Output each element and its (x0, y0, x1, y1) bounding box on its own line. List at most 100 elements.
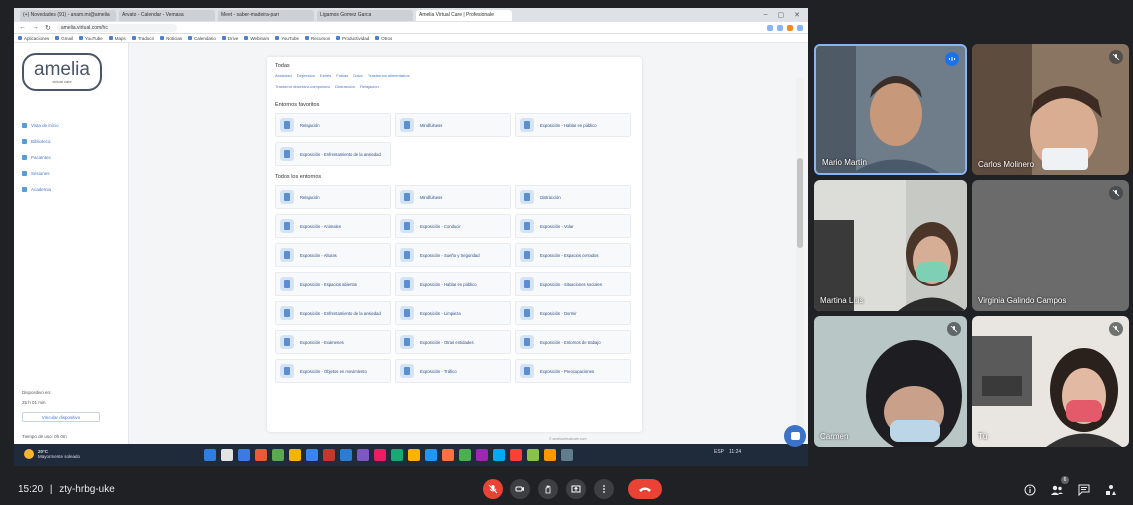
environment-card[interactable]: Exposición - Alturas (275, 243, 391, 267)
bookmark-item[interactable]: Productividad (336, 36, 369, 41)
activities-button[interactable] (1103, 482, 1119, 498)
present-button[interactable] (566, 479, 586, 499)
reload-icon[interactable]: ↻ (45, 24, 51, 32)
environment-card[interactable]: Exposición - Dormir (515, 301, 631, 325)
taskbar-app-icon[interactable] (323, 449, 335, 461)
raise-hand-button[interactable] (538, 479, 558, 499)
bookmark-item[interactable]: Calendario (188, 36, 216, 41)
taskbar-app-icon[interactable] (408, 449, 420, 461)
clock[interactable]: 11:24 (729, 449, 741, 455)
chat-button[interactable] (1076, 482, 1092, 498)
scrollbar-thumb[interactable] (797, 158, 803, 248)
meeting-details-button[interactable] (1022, 482, 1038, 498)
close-icon[interactable]: ✕ (794, 11, 800, 19)
maximize-icon[interactable]: ▢ (778, 11, 785, 19)
environment-card[interactable]: Exposición - Exámenes (275, 330, 391, 354)
environment-card[interactable]: Exposición - Limpieza (395, 301, 511, 325)
sidebar-item-sessions[interactable]: Sesiones (22, 171, 50, 176)
taskbar-app-icon[interactable] (340, 449, 352, 461)
taskbar-app-icon[interactable] (204, 449, 216, 461)
environment-card[interactable]: Exposición - Hablar en público (515, 113, 631, 137)
taskbar-app-icon[interactable] (459, 449, 471, 461)
tag-filter[interactable]: Dolor (353, 73, 363, 78)
more-options-button[interactable] (594, 479, 614, 499)
bookmark-item[interactable]: YouTube (79, 36, 103, 41)
sidebar-item-patients[interactable]: Pacientes (22, 155, 51, 160)
participant-tile[interactable]: Carmen (814, 316, 967, 447)
taskbar-app-icon[interactable] (391, 449, 403, 461)
tag-filter[interactable]: Estrés (320, 73, 331, 78)
environment-card[interactable]: Exposición - Espacios abiertos (275, 272, 391, 296)
environment-card[interactable]: Exposición - Volar (515, 214, 631, 238)
language-indicator[interactable]: ESP (714, 449, 724, 455)
bookmark-item[interactable]: Noticias (160, 36, 182, 41)
tag-filter[interactable]: Ansiedad (275, 73, 292, 78)
environment-card[interactable]: Exposición - Conducir (395, 214, 511, 238)
environment-card[interactable]: Mindfulness (395, 185, 511, 209)
environment-card[interactable]: Relajación (275, 113, 391, 137)
people-button[interactable] (1049, 482, 1065, 498)
tag-filter[interactable]: Trastornos alimentarios (368, 73, 410, 78)
taskbar-app-icon[interactable] (493, 449, 505, 461)
environment-card[interactable]: Exposición - Hablar en público (395, 272, 511, 296)
participant-tile[interactable]: Martina Luis (814, 180, 967, 311)
taskbar-app-icon[interactable] (306, 449, 318, 461)
browser-tab[interactable]: Meet - saber-madeira-parr (218, 9, 314, 21)
browser-tab[interactable]: Arvato - Calendar - Vemasa (119, 9, 215, 21)
extension-icon[interactable] (777, 24, 783, 31)
tag-filter[interactable]: Trastorno obsesivo-compulsivo (275, 84, 330, 89)
extension-icon[interactable] (767, 24, 773, 31)
browser-tab[interactable]: Ligamos Gomez Garca (317, 9, 413, 21)
bookmark-item[interactable]: Recursos (305, 36, 330, 41)
taskbar-app-icon[interactable] (425, 449, 437, 461)
chat-bubble-button[interactable] (784, 425, 806, 447)
environment-card[interactable]: Relajación (275, 185, 391, 209)
participant-tile[interactable]: Mario Martín (814, 44, 967, 175)
participant-tile[interactable]: Tú (972, 316, 1129, 447)
bookmark-item[interactable]: Otros (375, 36, 392, 41)
taskbar-app-icon[interactable] (442, 449, 454, 461)
participant-tile[interactable]: Carlos Molinero (972, 44, 1129, 175)
forward-icon[interactable]: → (32, 24, 39, 31)
sidebar-item-academy[interactable]: Academia (22, 187, 51, 192)
scrollbar[interactable] (796, 78, 804, 466)
taskbar-app-icon[interactable] (238, 449, 250, 461)
environment-card[interactable]: Exposición - Espacios cerrados (515, 243, 631, 267)
profile-icon[interactable] (797, 24, 803, 31)
bookmark-item[interactable]: Drive (221, 36, 238, 41)
sidebar-item-home[interactable]: Vista de inicio (22, 123, 59, 128)
bookmark-item[interactable]: Webinars (244, 36, 269, 41)
taskbar-app-icon[interactable] (510, 449, 522, 461)
link-device-button[interactable]: Vincular dispositivo (22, 412, 100, 422)
weather-widget[interactable]: 20°C Mayormente soleado (24, 449, 80, 459)
camera-toggle-button[interactable] (510, 479, 530, 499)
leave-call-button[interactable] (628, 479, 662, 499)
browser-tab-active[interactable]: Amelia Virtual Care | Profesionale (416, 9, 512, 21)
bookmark-item[interactable]: Aplicaciones (18, 36, 49, 41)
environment-card[interactable]: Exposición - Tráfico (395, 359, 511, 383)
tag-filter[interactable]: Fobias (336, 73, 348, 78)
environment-card[interactable]: Exposición - Objetos en movimiento (275, 359, 391, 383)
taskbar-app-icon[interactable] (357, 449, 369, 461)
bookmark-item[interactable]: Gmail (55, 36, 73, 41)
taskbar-app-icon[interactable] (527, 449, 539, 461)
tag-filter[interactable]: Distracción (335, 84, 355, 89)
environment-card[interactable]: Exposición - Enfrentamiento de la ansied… (275, 301, 391, 325)
bookmark-item[interactable]: Traducir (131, 36, 154, 41)
environment-card[interactable]: Exposición - Enfrentamiento de la ansied… (275, 142, 391, 166)
bookmark-item[interactable]: Maps (108, 36, 126, 41)
taskbar-app-icon[interactable] (374, 449, 386, 461)
mic-toggle-button[interactable] (483, 479, 503, 499)
environment-card[interactable]: Exposición - Preocupaciones (515, 359, 631, 383)
sidebar-item-library[interactable]: Biblioteca (22, 139, 51, 144)
bookmark-item[interactable]: YouTube (275, 36, 299, 41)
environment-card[interactable]: Exposición - Entornos de trabajo (515, 330, 631, 354)
taskbar-app-icon[interactable] (289, 449, 301, 461)
environment-card[interactable]: Exposición - Situaciones sociales (515, 272, 631, 296)
environment-card[interactable]: Mindfulness (395, 113, 511, 137)
taskbar-app-icon[interactable] (476, 449, 488, 461)
back-icon[interactable]: ← (19, 24, 26, 31)
participant-tile[interactable]: Virginia Galindo Campos (972, 180, 1129, 311)
environment-card[interactable]: Exposición - Otras entidades (395, 330, 511, 354)
environment-card[interactable]: Exposición - Sueño y Seguridad (395, 243, 511, 267)
